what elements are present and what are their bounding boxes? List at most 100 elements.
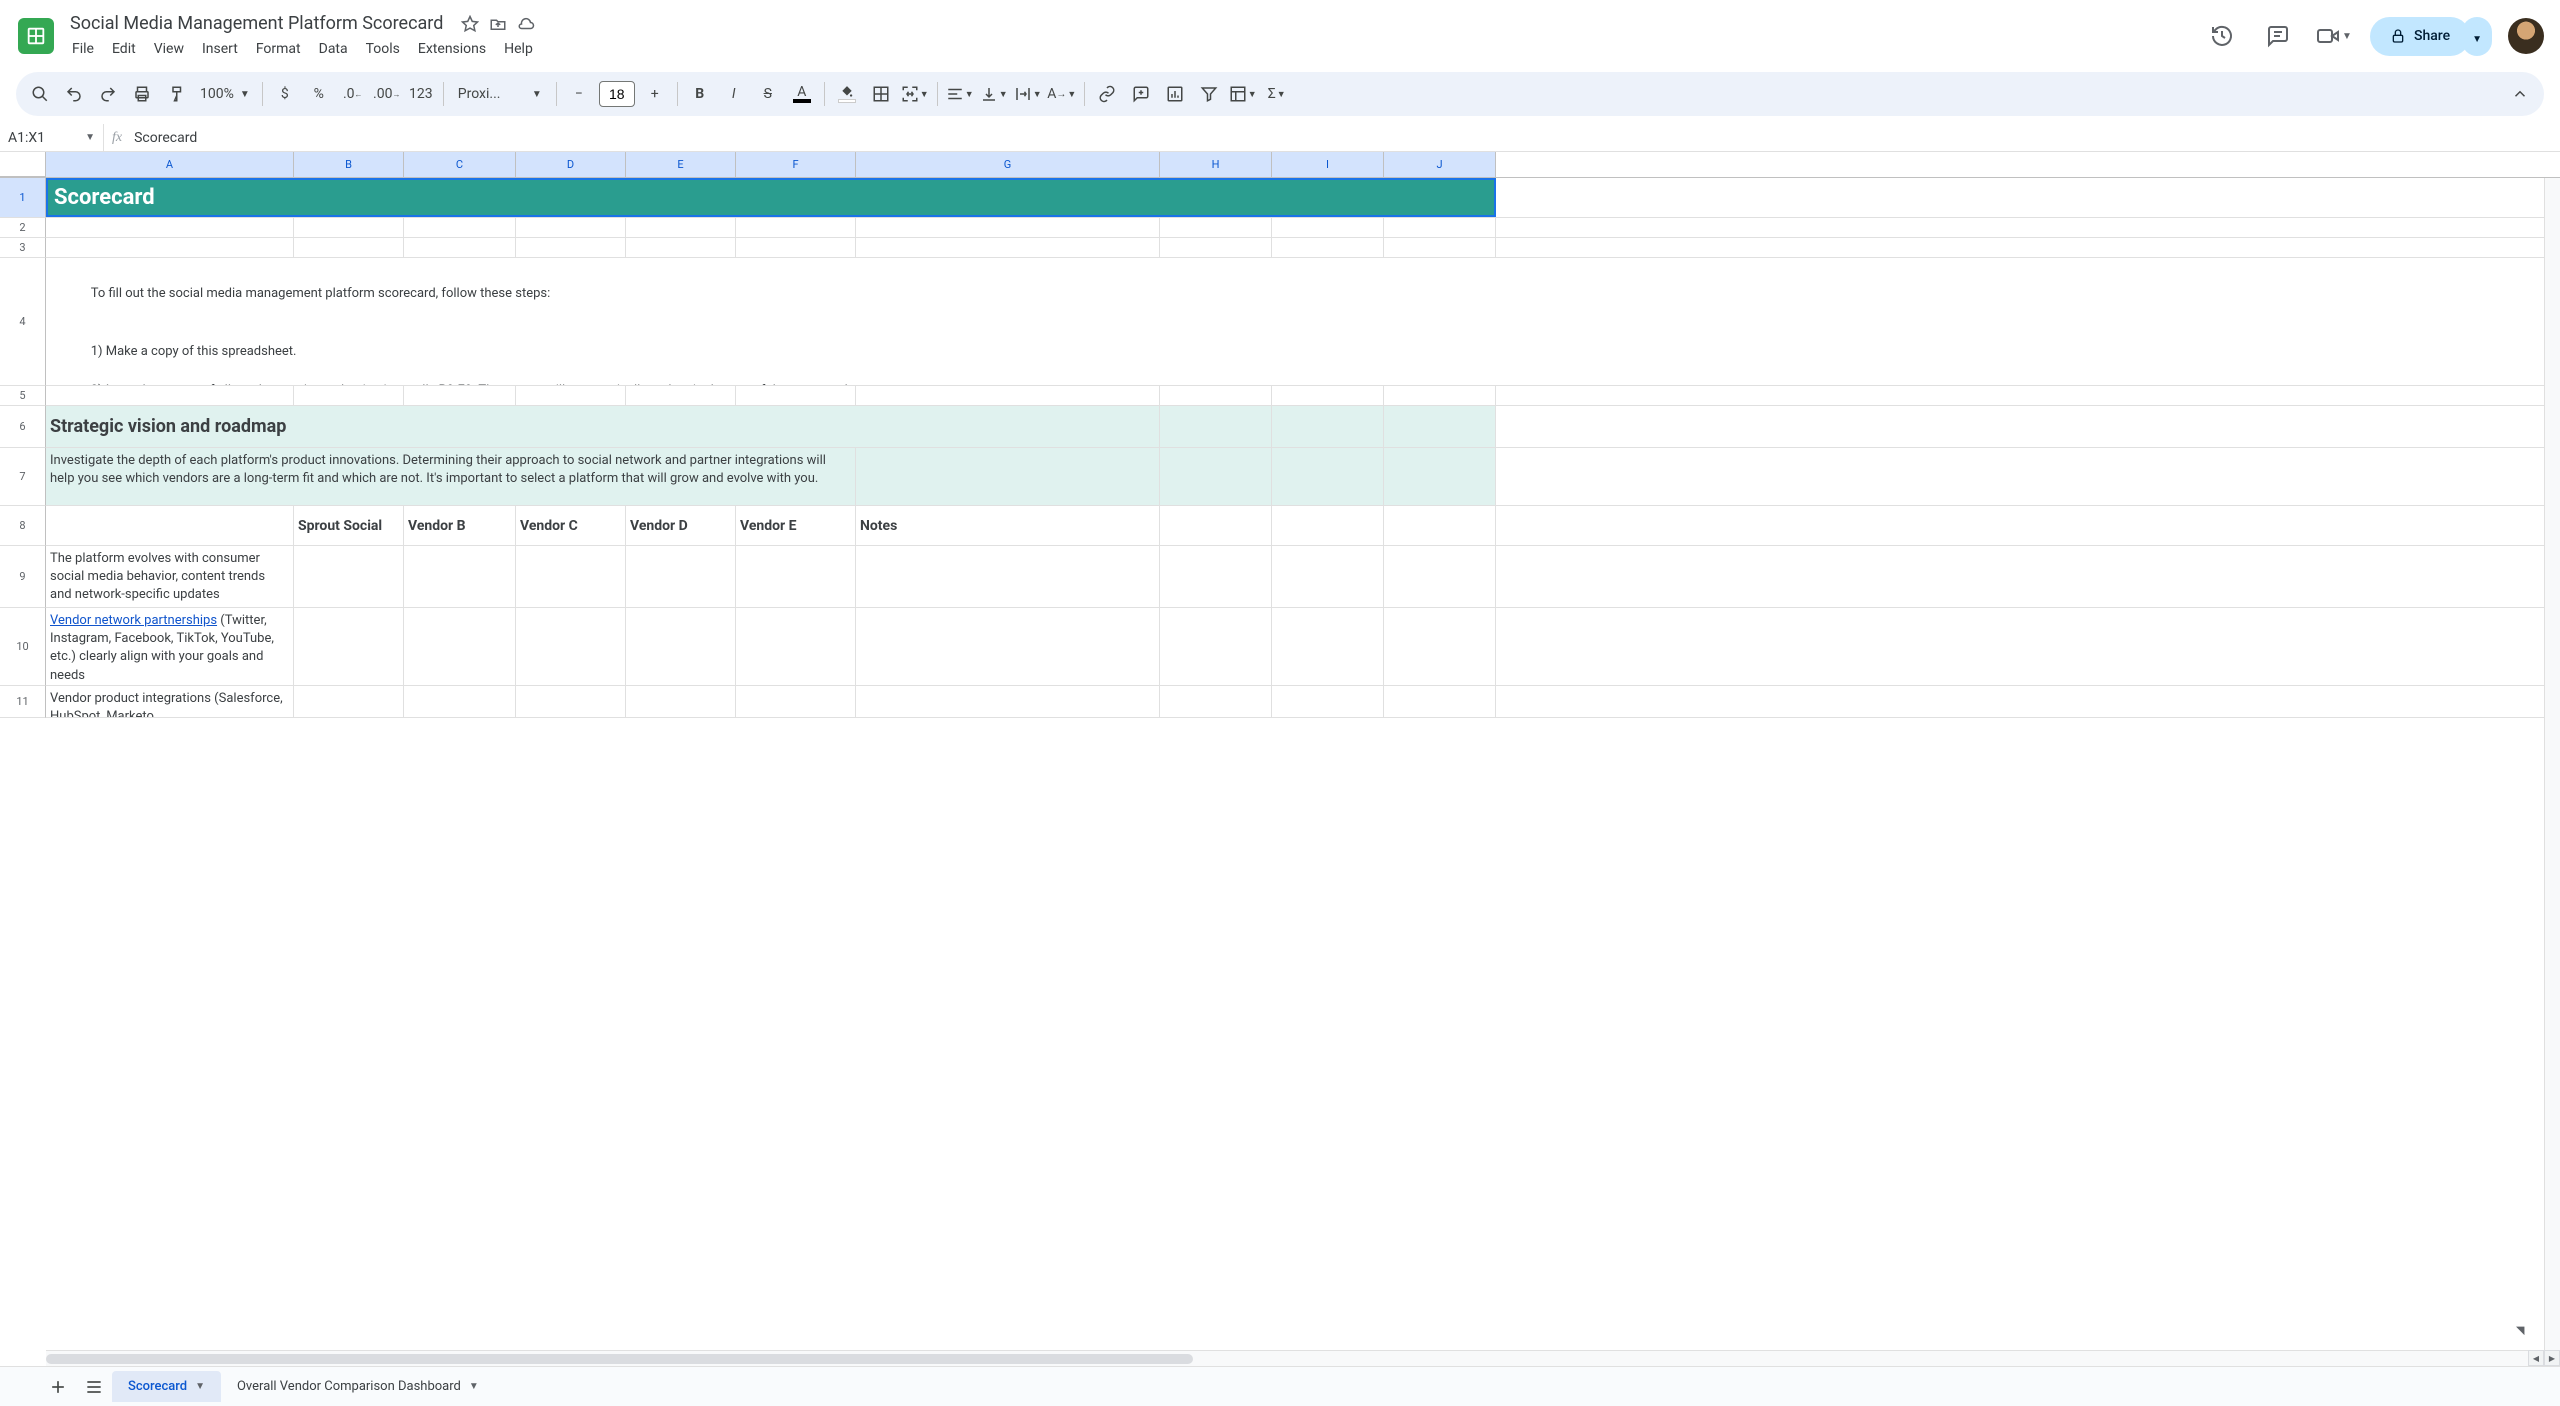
row-header-7[interactable]: 7 (0, 448, 46, 506)
cell-A7[interactable]: Investigate the depth of each platform's… (46, 448, 856, 505)
vertical-align-icon[interactable]: ▼ (978, 78, 1010, 110)
cell-F10[interactable] (736, 608, 856, 685)
cell-J10[interactable] (1384, 608, 1496, 685)
cell-H5[interactable] (1160, 386, 1272, 405)
decrease-font-icon[interactable]: − (563, 78, 595, 110)
cell-I7[interactable] (1272, 448, 1384, 505)
comment-icon[interactable] (2258, 16, 2298, 56)
cell-B10[interactable] (294, 608, 404, 685)
col-header-E[interactable]: E (626, 152, 736, 177)
cell-A3[interactable] (46, 238, 294, 257)
cell-G9[interactable] (856, 546, 1160, 607)
decrease-decimal-icon[interactable]: .0← (337, 78, 369, 110)
cell-F8[interactable]: Vendor E (736, 506, 856, 545)
tab-dropdown-icon[interactable]: ▼ (195, 1381, 205, 1392)
cell-C9[interactable] (404, 546, 516, 607)
undo-icon[interactable] (58, 78, 90, 110)
menu-file[interactable]: File (64, 37, 102, 61)
cell-D10[interactable] (516, 608, 626, 685)
share-button[interactable]: Share (2370, 17, 2470, 56)
insert-comment-icon[interactable] (1125, 78, 1157, 110)
tab-dashboard[interactable]: Overall Vendor Comparison Dashboard▼ (221, 1371, 495, 1402)
cell-D6[interactable] (516, 406, 626, 447)
cell-D9[interactable] (516, 546, 626, 607)
menu-extensions[interactable]: Extensions (410, 37, 494, 61)
cell-F2[interactable] (736, 218, 856, 237)
cell-E2[interactable] (626, 218, 736, 237)
add-sheet-icon[interactable] (40, 1369, 76, 1405)
cell-B9[interactable] (294, 546, 404, 607)
cell-D8[interactable]: Vendor C (516, 506, 626, 545)
cell-I9[interactable] (1272, 546, 1384, 607)
filter-icon[interactable] (1193, 78, 1225, 110)
row-header-2[interactable]: 2 (0, 218, 46, 238)
hscroll-thumb[interactable] (46, 1354, 1193, 1364)
cell-A6[interactable]: Strategic vision and roadmap (46, 406, 294, 447)
tab-scorecard[interactable]: Scorecard▼ (112, 1371, 221, 1402)
cell-G2[interactable] (856, 218, 1160, 237)
menu-format[interactable]: Format (248, 37, 309, 61)
col-header-C[interactable]: C (404, 152, 516, 177)
cell-D5[interactable] (516, 386, 626, 405)
italic-icon[interactable]: I (718, 78, 750, 110)
cell-E6[interactable] (626, 406, 736, 447)
cell-F3[interactable] (736, 238, 856, 257)
horizontal-scrollbar[interactable] (46, 1350, 2540, 1366)
menu-view[interactable]: View (146, 37, 192, 61)
paint-format-icon[interactable] (160, 78, 192, 110)
horizontal-align-icon[interactable]: ▼ (944, 78, 976, 110)
merge-cells-icon[interactable]: ▼ (899, 78, 931, 110)
font-size-input[interactable] (599, 81, 635, 107)
cell-G11[interactable] (856, 686, 1160, 717)
cell-J6[interactable] (1384, 406, 1496, 447)
cell-F6[interactable] (736, 406, 856, 447)
cell-B6[interactable] (294, 406, 404, 447)
currency-button[interactable]: $ (269, 78, 301, 110)
cell-B8[interactable]: Sprout Social (294, 506, 404, 545)
cell-E3[interactable] (626, 238, 736, 257)
col-header-A[interactable]: A (46, 152, 294, 177)
cell-I5[interactable] (1272, 386, 1384, 405)
menu-edit[interactable]: Edit (104, 37, 144, 61)
cell-G8[interactable]: Notes (856, 506, 1160, 545)
cell-F11[interactable] (736, 686, 856, 717)
fill-color-icon[interactable] (831, 78, 863, 110)
functions-icon[interactable]: Σ▼ (1261, 78, 1293, 110)
col-header-D[interactable]: D (516, 152, 626, 177)
borders-icon[interactable] (865, 78, 897, 110)
print-icon[interactable] (126, 78, 158, 110)
cell-B5[interactable] (294, 386, 404, 405)
cell-J7[interactable] (1384, 448, 1496, 505)
row-header-10[interactable]: 10 (0, 608, 46, 686)
cell-G6[interactable] (856, 406, 1160, 447)
redo-icon[interactable] (92, 78, 124, 110)
cell-J11[interactable] (1384, 686, 1496, 717)
cell-E10[interactable] (626, 608, 736, 685)
cell-C5[interactable] (404, 386, 516, 405)
cell-A2[interactable] (46, 218, 294, 237)
cell-H6[interactable] (1160, 406, 1272, 447)
link-icon[interactable] (1091, 78, 1123, 110)
cell-A4[interactable]: To fill out the social media management … (46, 258, 1496, 385)
search-icon[interactable] (24, 78, 56, 110)
cell-H3[interactable] (1160, 238, 1272, 257)
insert-chart-icon[interactable] (1159, 78, 1191, 110)
cell-G3[interactable] (856, 238, 1160, 257)
row-header-1[interactable]: 1 (0, 178, 46, 218)
name-box[interactable]: A1:X1▼ (0, 124, 104, 151)
share-dropdown[interactable]: ▼ (2462, 17, 2492, 56)
select-all-cell[interactable] (0, 152, 46, 177)
cell-E5[interactable] (626, 386, 736, 405)
cell-G7[interactable] (856, 448, 1160, 505)
formula-input[interactable]: Scorecard (130, 130, 2560, 146)
row-header-4[interactable]: 4 (0, 258, 46, 386)
cell-A10[interactable]: Vendor network partnerships (Twitter, In… (46, 608, 294, 685)
row-header-9[interactable]: 9 (0, 546, 46, 608)
avatar[interactable] (2508, 18, 2544, 54)
text-color-icon[interactable]: A (786, 78, 818, 110)
cell-H7[interactable] (1160, 448, 1272, 505)
cell-J8[interactable] (1384, 506, 1496, 545)
bold-icon[interactable]: B (684, 78, 716, 110)
cell-I8[interactable] (1272, 506, 1384, 545)
cell-A1[interactable]: Scorecard (46, 178, 1496, 217)
